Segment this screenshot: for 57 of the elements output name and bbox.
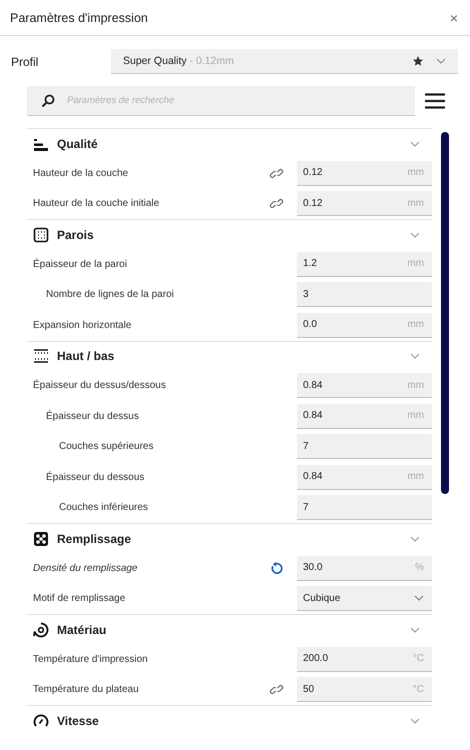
value-field[interactable]: 0.84 mm bbox=[297, 404, 432, 429]
chevron-icon bbox=[410, 140, 420, 146]
setting-label: Expansion horizontale bbox=[32, 320, 132, 331]
pattern-icon bbox=[33, 530, 49, 546]
reset-icon[interactable] bbox=[269, 560, 284, 576]
star-icon[interactable] bbox=[412, 55, 424, 67]
setting-label: Couches inférieures bbox=[58, 502, 149, 514]
menu-icon[interactable] bbox=[425, 93, 445, 109]
search-icon bbox=[41, 94, 55, 108]
setting-label: Température du plateau bbox=[32, 684, 140, 696]
value-field[interactable]: 0.0 mm bbox=[297, 312, 432, 338]
section-header[interactable]: Matériau bbox=[27, 615, 432, 644]
value-field[interactable]: 7 bbox=[297, 495, 432, 520]
value-field[interactable]: 50 °C bbox=[297, 677, 432, 702]
value-field[interactable]: 0.12 mm bbox=[297, 160, 432, 186]
value-field[interactable]: 7 bbox=[297, 434, 432, 460]
spool-icon bbox=[33, 622, 49, 638]
grid-icon bbox=[33, 226, 49, 242]
value-field[interactable]: 0.12 mm bbox=[297, 191, 432, 216]
setting-label: Épaisseur du dessus/dessous bbox=[32, 380, 167, 392]
section-header[interactable]: Parois bbox=[27, 220, 432, 249]
setting-label: Couches supérieures bbox=[58, 441, 154, 452]
setting-label: Température d'impression bbox=[32, 654, 149, 665]
close-button[interactable]: × bbox=[448, 10, 460, 26]
section-header[interactable]: Vitesse bbox=[27, 706, 432, 735]
chevron-icon bbox=[410, 718, 420, 724]
value-field[interactable]: 0.84 mm bbox=[297, 464, 432, 490]
setting-label: Épaisseur de la paroi bbox=[32, 258, 128, 270]
chevron-icon bbox=[414, 595, 424, 602]
section-header[interactable]: Remplissage bbox=[27, 524, 432, 553]
profile-dropdown[interactable]: Super Quality - 0.12mm bbox=[111, 49, 458, 74]
pattern-dropdown[interactable]: Cubique bbox=[297, 586, 432, 612]
value-field[interactable]: 200.0 °C bbox=[297, 646, 432, 672]
search-field[interactable]: Paramètres de recherche bbox=[27, 86, 415, 116]
chevron-icon bbox=[410, 353, 420, 359]
setting-label: Hauteur de la couche initiale bbox=[32, 198, 160, 210]
window-title: Paramètres d'impression bbox=[10, 10, 148, 24]
setting-label: Hauteur de la couche bbox=[32, 168, 130, 179]
profile-label: Profil bbox=[10, 54, 40, 68]
layers-icon bbox=[33, 348, 49, 364]
chevron-icon bbox=[410, 536, 420, 542]
gauge-icon bbox=[33, 712, 49, 728]
section-header[interactable]: Haut / bas bbox=[27, 342, 432, 370]
setting-label: Épaisseur du dessus bbox=[45, 410, 140, 422]
value-field[interactable]: 0.84 mm bbox=[297, 373, 432, 398]
scrollbar[interactable] bbox=[441, 132, 449, 494]
setting-label: Motif de remplissage bbox=[32, 593, 126, 604]
section-header[interactable]: Qualité bbox=[27, 129, 432, 158]
setting-label: Épaisseur du dessous bbox=[45, 472, 146, 483]
setting-label: Densité du remplissage bbox=[32, 562, 138, 574]
value-field[interactable]: 3 bbox=[297, 282, 432, 308]
chevron-icon bbox=[410, 232, 420, 238]
chevron-icon bbox=[410, 626, 420, 632]
value-field[interactable]: 1.2 mm bbox=[297, 252, 432, 277]
chevron-icon bbox=[436, 58, 446, 64]
setting-label: Nombre de lignes de la paroi bbox=[45, 289, 175, 300]
value-field[interactable]: 30.0 % bbox=[297, 556, 432, 581]
